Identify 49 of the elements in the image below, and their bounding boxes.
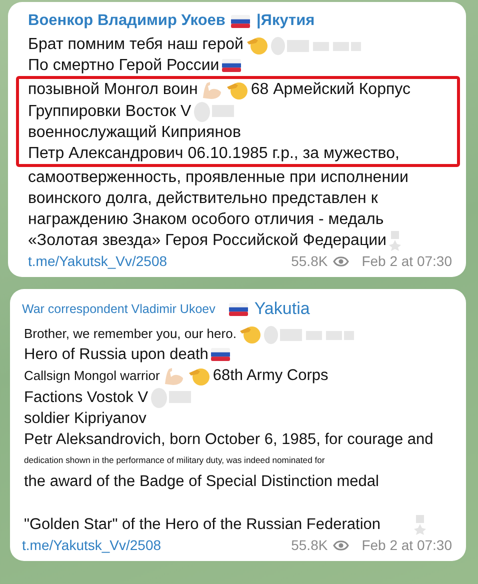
message-text: Группировки Восток V [28,102,192,122]
message-text: Brother, we remember you, our hero. [24,325,236,343]
salute-emoji-icon [239,324,262,344]
flexed-arm-icon [200,80,223,100]
message-text: Petr Aleksandrovich, born October 6, 1985, for courage and [24,430,434,450]
blurred-emoji-icon [271,34,362,54]
post-link[interactable]: t.me/Yakutsk_Vv/2508 [28,253,168,269]
message-text: «Золотая звезда» Героя Российской Федерации [28,231,386,251]
message-text: 68 Армейский Корпус [250,80,410,100]
post-time: Feb 2 at 07:30 [362,537,452,553]
message-text: Hero of Russia upon death [24,345,208,365]
message-text: Петр Александрович 06.10.1985 г.р., за мужество, [28,144,400,164]
channel-name[interactable]: |Якутия [256,12,315,30]
eye-icon [332,256,349,266]
message-text: военнослужащий Киприянов [28,123,241,143]
flag-icon [211,348,230,361]
channel-name[interactable]: Yakutia [254,299,310,319]
medal-icon [389,230,402,250]
message-text: the award of the Badge of Special Distinction medal [24,472,379,492]
salute-emoji-icon [188,366,210,386]
salute-emoji-icon [226,80,248,100]
flag-icon [231,14,250,28]
message-text: Брат помним тебя наш герой [28,35,244,55]
flexed-arm-icon [162,366,185,386]
message-text: награждению Знаком особого отличия - медаль [28,210,384,230]
blurred-emoji-icon [151,386,192,408]
flag-icon [222,59,242,72]
message-text: воинского долга, действительно представлен к [28,189,378,209]
blurred-emoji-icon [194,100,234,122]
message-text: По смертно Герой России [28,56,220,76]
blurred-emoji-icon [264,324,354,344]
eye-icon [332,540,349,550]
post-time: Feb 2 at 07:30 [362,253,452,269]
message-text: самоотверженность, проявленные при исполнении [28,168,408,188]
message-text: Factions Vostok V [24,388,148,408]
medal-icon [414,514,426,534]
channel-name[interactable]: Военкор Владимир Укоев [28,12,226,30]
view-count: 55.8K [291,537,328,553]
post-link[interactable]: t.me/Yakutsk_Vv/2508 [22,537,162,553]
flag-icon [229,302,248,316]
message-text: "Golden Star" of the Hero of the Russian Federation [24,515,381,535]
channel-name[interactable]: War correspondent Vladimir Ukoev [22,302,216,316]
message-text: Callsign Mongol warrior [24,367,160,385]
message-text: dedication shown in the performance of military duty, was indeed nominated for [24,454,325,467]
message-text: позывной Монгол воин [28,80,198,100]
salute-emoji-icon [246,34,268,54]
message-text: 68th Army Corps [212,366,328,386]
message-text: soldier Kipriyanov [24,409,146,429]
view-count: 55.8K [291,253,328,269]
